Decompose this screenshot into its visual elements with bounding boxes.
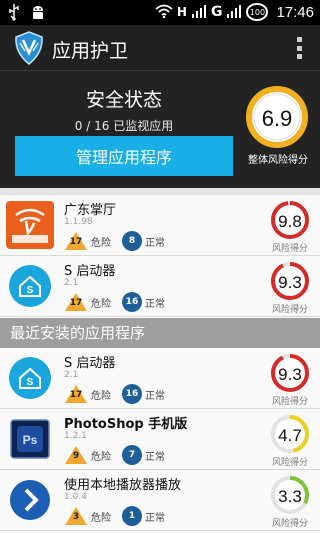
usb-icon <box>6 3 22 21</box>
risk-score-gauge: 9.3 <box>271 262 309 300</box>
notification-icons <box>6 3 46 21</box>
risk-score-gauge: 9.8 <box>271 201 309 239</box>
permission-badges: 17 危险 16 正常 <box>64 384 165 404</box>
app-version: 1.2.1 <box>64 431 87 441</box>
risk-score-label: 风险得分 <box>271 305 308 315</box>
normal-label: 正常 <box>145 390 165 402</box>
china-telecom-app-icon <box>6 201 54 249</box>
danger-label: 危险 <box>91 451 111 463</box>
normal-label: 正常 <box>145 451 165 463</box>
recent-apps-section-header: 最近安装的应用程序 <box>0 318 320 348</box>
risk-score-gauge: 9.3 <box>271 354 309 392</box>
app-version: 1.1.98 <box>64 217 93 227</box>
home-launcher-icon: S <box>6 354 54 402</box>
permission-badges: 17 危险 8 正常 <box>64 231 165 251</box>
app-row[interactable]: S S 启动器 2.1 17 危险 16 正常 9.3 风险得分 <box>0 256 320 317</box>
app-version: 2.1 <box>64 278 79 288</box>
app-name: 使用本地播放器播放 <box>64 478 182 493</box>
app-name: PhotoShop 手机版 <box>64 417 188 432</box>
android-debug-icon <box>30 3 46 21</box>
normal-count: 1 <box>122 506 142 526</box>
permission-badges: 9 危险 7 正常 <box>64 445 165 465</box>
warning-triangle-icon: 3 <box>64 506 88 526</box>
risk-score-label: 风险得分 <box>271 244 308 254</box>
risk-score-value: 9.8 <box>278 212 302 231</box>
wifi-icon <box>155 4 173 21</box>
overflow-menu-icon[interactable] <box>296 37 302 59</box>
normal-count: 16 <box>122 384 142 404</box>
warning-triangle-icon: 17 <box>64 292 88 312</box>
action-bar: 应用护卫 <box>0 25 320 71</box>
normal-count: 8 <box>122 231 142 251</box>
overall-score-label: 整体风险得分 <box>248 155 308 166</box>
permission-badges: 17 危险 16 正常 <box>64 292 165 312</box>
risk-score-value: 4.7 <box>278 426 302 445</box>
status-bar: H G 100 17:46 <box>0 0 320 25</box>
network-g-icon: G <box>210 4 223 20</box>
danger-count: 17 <box>69 390 83 400</box>
danger-label: 危险 <box>91 298 111 310</box>
danger-count: 9 <box>72 451 80 461</box>
risk-score-value: 3.3 <box>278 487 302 506</box>
warning-triangle-icon: 17 <box>64 384 88 404</box>
risk-score-value: 9.3 <box>278 273 302 292</box>
app-name: S 启动器 <box>64 356 116 371</box>
svg-text:S: S <box>27 285 34 296</box>
risk-score-gauge: 3.3 <box>271 476 309 514</box>
photoshop-app-icon: Ps <box>6 415 54 463</box>
normal-count: 7 <box>122 445 142 465</box>
separator <box>0 188 320 195</box>
normal-label: 正常 <box>145 237 165 249</box>
normal-count: 16 <box>122 292 142 312</box>
security-status-panel: 安全状态 0 / 16 已监视应用 管理应用程序 6.9 整体风险得分 <box>0 71 320 188</box>
danger-label: 危险 <box>91 512 111 524</box>
risk-score-gauge: 4.7 <box>271 415 309 453</box>
danger-count: 3 <box>72 512 80 522</box>
normal-label: 正常 <box>145 298 165 310</box>
security-status-title: 安全状态 <box>85 89 162 111</box>
svg-text:Ps: Ps <box>23 433 38 447</box>
danger-count: 17 <box>69 298 83 308</box>
system-icons: H G 100 17:46 <box>155 3 314 21</box>
risk-score-value: 9.3 <box>278 365 302 384</box>
risk-score-label: 风险得分 <box>271 458 308 468</box>
svg-text:S: S <box>27 377 34 388</box>
risk-score-label: 风险得分 <box>271 397 308 407</box>
app-version: 1.0.4 <box>64 492 87 502</box>
network-h-icon: H <box>176 5 187 19</box>
permission-badges: 3 危险 1 正常 <box>64 506 165 526</box>
warning-triangle-icon: 9 <box>64 445 88 465</box>
signal-bars-icon <box>191 4 207 21</box>
app-name: S 启动器 <box>64 264 116 279</box>
play-arrow-app-icon <box>6 476 54 524</box>
home-launcher-icon: S <box>6 262 54 310</box>
app-title: 应用护卫 <box>52 40 129 62</box>
danger-label: 危险 <box>91 390 111 402</box>
danger-count: 17 <box>69 237 83 247</box>
app-row[interactable]: Ps PhotoShop 手机版 1.2.1 9 危险 7 正常 4.7 风险得… <box>0 409 320 470</box>
overall-score-value: 6.9 <box>262 106 293 131</box>
clock: 17:46 <box>276 3 314 21</box>
risk-score-label: 风险得分 <box>271 519 308 529</box>
app-row[interactable]: 广东掌厅 1.1.98 17 危险 8 正常 9.8 风险得分 <box>0 195 320 256</box>
danger-label: 危险 <box>91 237 111 249</box>
shield-icon[interactable] <box>14 31 44 65</box>
signal-bars-2-icon <box>226 4 242 21</box>
overall-risk-gauge: 6.9 <box>245 85 309 149</box>
app-row[interactable]: 使用本地播放器播放 1.0.4 3 危险 1 正常 3.3 风险得分 <box>0 470 320 531</box>
manage-apps-button[interactable]: 管理应用程序 <box>15 136 233 176</box>
normal-label: 正常 <box>145 512 165 524</box>
app-version: 2.1 <box>64 370 79 380</box>
app-name: 广东掌厅 <box>64 203 117 218</box>
warning-triangle-icon: 17 <box>64 231 88 251</box>
battery-icon: 100 <box>246 3 269 21</box>
app-row[interactable]: S S 启动器 2.1 17 危险 16 正常 9.3 风险得分 <box>0 348 320 409</box>
monitored-apps-count: 0 / 16 已监视应用 <box>74 119 174 133</box>
